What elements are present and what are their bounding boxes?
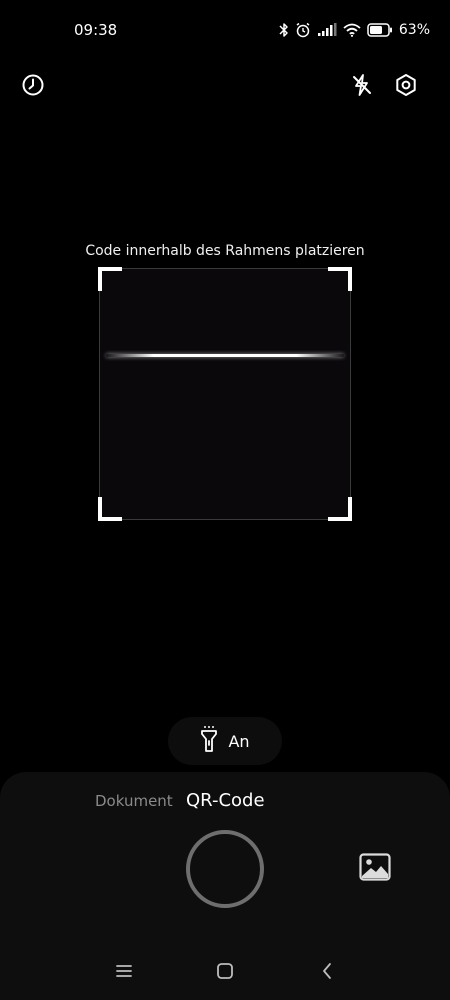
- frame-corner-bottom-right: [328, 497, 352, 521]
- scan-hint: Code innerhalb des Rahmens platzieren: [85, 243, 365, 259]
- navigation-bar: [0, 950, 450, 996]
- gallery-button[interactable]: [359, 853, 391, 885]
- torch-label: An: [228, 731, 250, 751]
- menu-icon: [115, 963, 133, 983]
- bluetooth-icon: [279, 22, 289, 38]
- scan-line: [106, 354, 344, 357]
- status-time: 09:38: [74, 21, 118, 39]
- back-icon: [320, 962, 334, 984]
- flashlight-icon: [200, 725, 218, 757]
- signal-icon: [317, 23, 337, 37]
- home-icon: [216, 962, 234, 984]
- nav-menu-button[interactable]: [113, 962, 135, 984]
- mode-document-tab[interactable]: Dokument: [95, 792, 173, 810]
- battery-percent: 63%: [398, 22, 430, 38]
- image-icon: [359, 853, 391, 885]
- flash-toggle-button[interactable]: [349, 74, 375, 100]
- mode-qr-code-tab[interactable]: QR-Code: [186, 790, 265, 811]
- wifi-icon: [343, 23, 361, 37]
- frame-corner-top-left: [98, 267, 122, 291]
- alarm-icon: [295, 22, 311, 38]
- status-icons: 63%: [279, 21, 430, 39]
- settings-icon: [394, 73, 418, 101]
- nav-back-button[interactable]: [316, 962, 338, 984]
- settings-button[interactable]: [393, 74, 419, 100]
- torch-toggle-button[interactable]: An: [168, 717, 282, 765]
- history-button[interactable]: [20, 74, 46, 100]
- shutter-button[interactable]: [186, 830, 264, 908]
- frame-corner-bottom-left: [98, 497, 122, 521]
- scan-frame: [98, 267, 352, 521]
- frame-corner-top-right: [328, 267, 352, 291]
- status-bar: 09:38 63%: [0, 0, 450, 60]
- flash-off-icon: [350, 73, 374, 101]
- battery-icon: [367, 23, 393, 37]
- nav-home-button[interactable]: [214, 962, 236, 984]
- history-icon: [21, 73, 45, 101]
